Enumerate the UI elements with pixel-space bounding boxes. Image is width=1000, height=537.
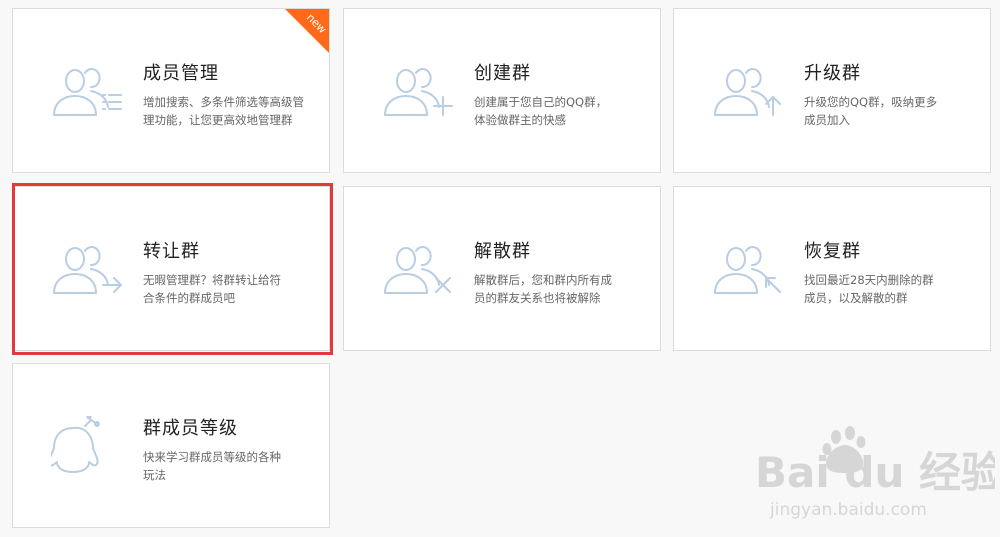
card-title: 解散群: [474, 241, 531, 262]
transfer-group-icon: [53, 246, 122, 294]
card-title: 成员管理: [143, 63, 219, 84]
upgrade-group-icon: [714, 68, 781, 116]
card-title: 转让群: [143, 241, 200, 262]
card-member-level[interactable]: 群成员等级 快来学习群成员等级的各种 玩法: [12, 363, 330, 528]
card-description: 创建属于您自己的QQ群， 体验做群主的快感: [474, 95, 608, 127]
card-description: 找回最近28天内删除的群 成员，以及解散的群: [804, 273, 934, 305]
card-create-group[interactable]: 创建群 创建属于您自己的QQ群， 体验做群主的快感: [343, 8, 661, 173]
card-description: 解散群后，您和群内所有成 员的群友关系也将被解除: [474, 273, 612, 305]
restore-group-icon: [714, 246, 781, 294]
watermark-brand: Bai du 经验: [755, 448, 995, 497]
card-upgrade-group[interactable]: 升级群 升级您的QQ群，吸纳更多 成员加入: [673, 8, 991, 173]
card-title: 群成员等级: [143, 418, 238, 439]
member-list-icon: [53, 68, 122, 116]
new-badge: new: [285, 9, 329, 53]
card-title: 创建群: [474, 63, 531, 84]
card-description: 升级您的QQ群，吸纳更多 成员加入: [804, 95, 938, 127]
baidu-jingyan-watermark: Bai du 经验 jingyan.baidu.com: [755, 426, 995, 520]
card-title: 恢复群: [804, 241, 861, 262]
card-description: 快来学习群成员等级的各种 玩法: [143, 450, 281, 482]
create-group-icon: [384, 68, 453, 116]
card-title: 升级群: [804, 63, 861, 84]
card-description: 无暇管理群？将群转让给符 合条件的群成员吧: [143, 273, 281, 305]
penguin-icon: [51, 416, 100, 473]
card-dissolve-group[interactable]: 解散群 解散群后，您和群内所有成 员的群友关系也将被解除: [343, 186, 661, 351]
card-transfer-group[interactable]: 转让群 无暇管理群？将群转让给符 合条件的群成员吧: [12, 186, 330, 351]
card-member-management[interactable]: new 成员管理 增加搜索、多条件筛选等高级管 理功能，让您更高效地管理群: [12, 8, 330, 173]
card-description: 增加搜索、多条件筛选等高级管 理功能，让您更高效地管理群: [143, 95, 304, 127]
watermark-url: jingyan.baidu.com: [769, 500, 927, 520]
card-restore-group[interactable]: 恢复群 找回最近28天内删除的群 成员，以及解散的群: [673, 186, 991, 351]
dissolve-group-icon: [384, 246, 451, 294]
